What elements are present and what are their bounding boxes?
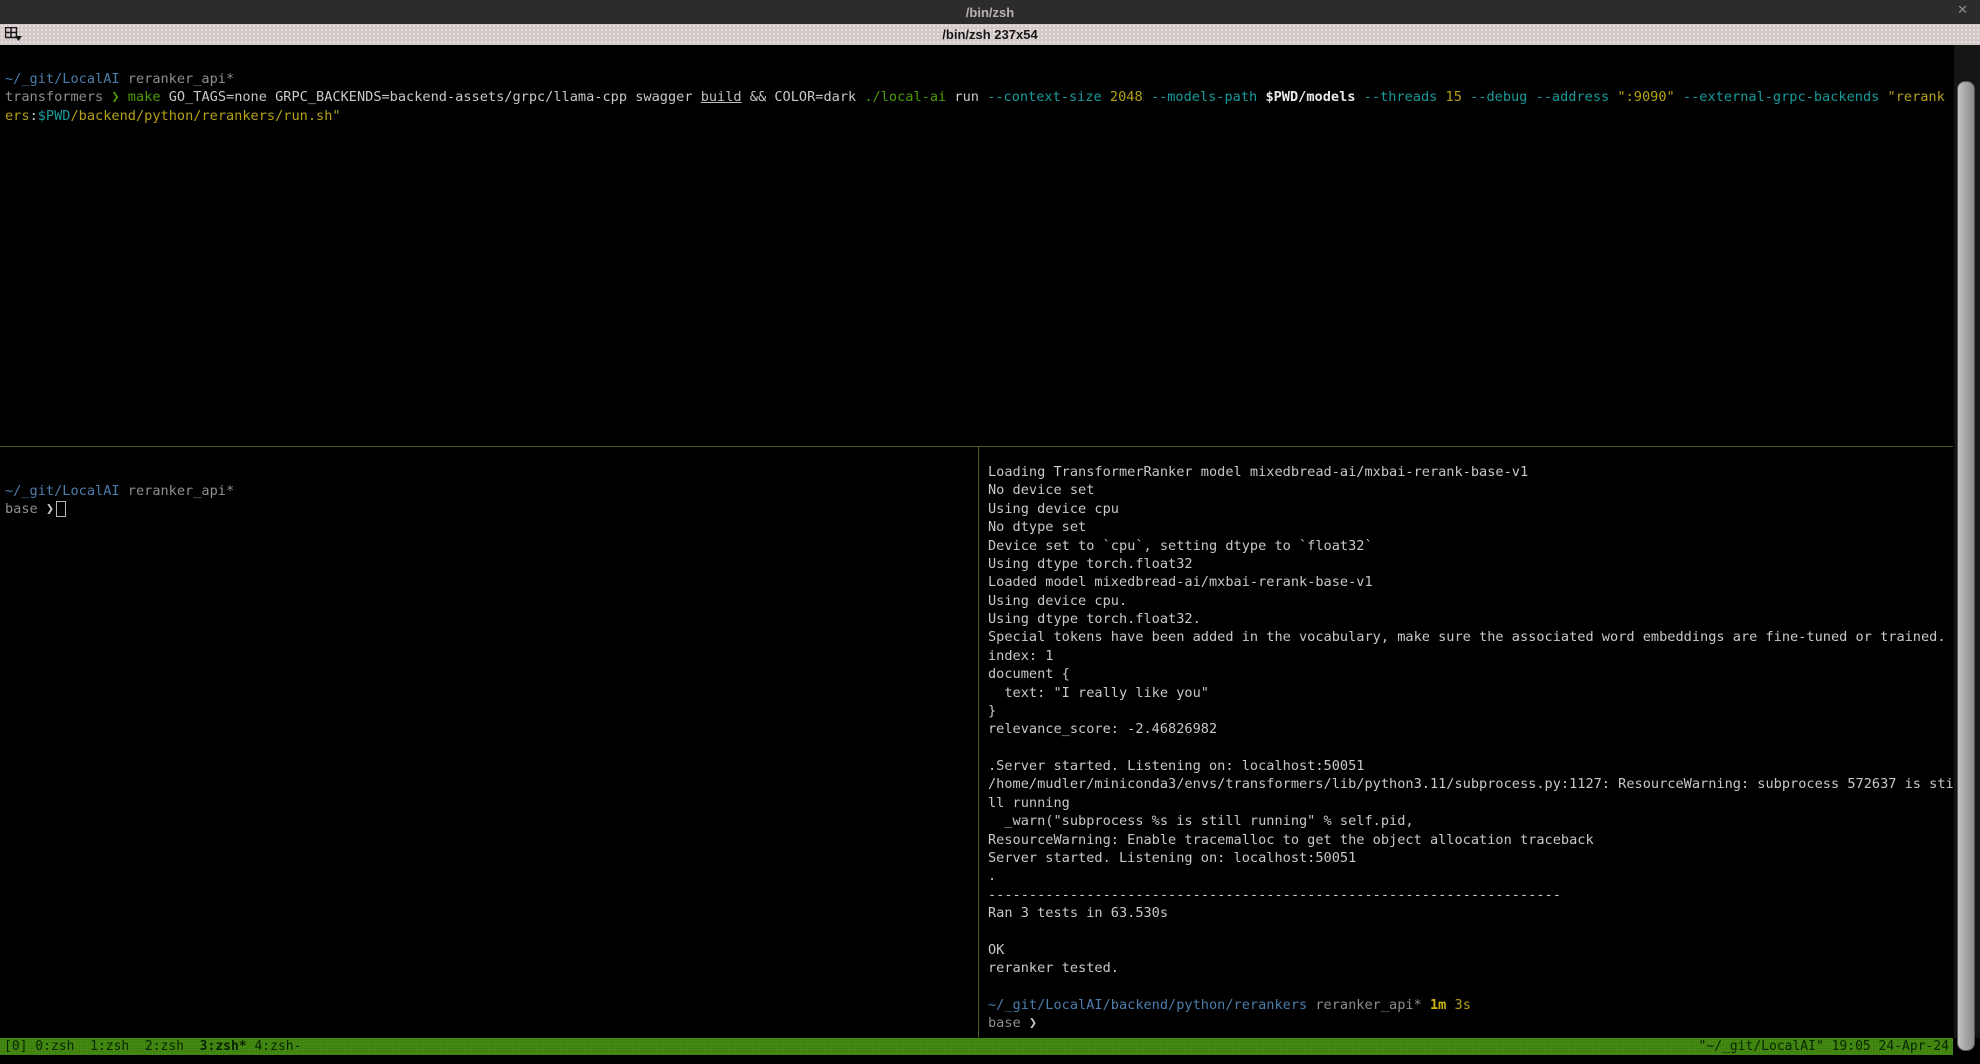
terminal-window: /bin/zsh ✕ /bin/zsh 237x54 ~/_git/LocalA… (0, 0, 1980, 1064)
scrollbar-thumb[interactable] (1957, 81, 1975, 1051)
pane-bottom-right-log[interactable]: Loading TransformerRanker model mixedbre… (988, 463, 1954, 1033)
tab-bar: /bin/zsh 237x54 (0, 24, 1980, 45)
window-list-icon[interactable] (5, 27, 23, 42)
pane-border-vertical[interactable] (978, 446, 979, 1038)
tmux-status-bar: [0] 0:zsh 1:zsh 2:zsh 3:zsh* 4:zsh- "~/_… (0, 1038, 1953, 1055)
status-session-info: "~/_git/LocalAI" 19:05 24-Apr-24 (1699, 1038, 1949, 1055)
pane-border-horizontal (0, 446, 1953, 447)
pane-bottom-left-shell[interactable]: ~/_git/LocalAI reranker_api*base ❯ (5, 482, 234, 519)
window-title: /bin/zsh (966, 5, 1014, 20)
pane-top-shell[interactable]: ~/_git/LocalAI reranker_api*transformers… (5, 70, 1945, 125)
window-titlebar: /bin/zsh ✕ (0, 0, 1980, 24)
scrollbar[interactable] (1954, 45, 1980, 1038)
status-window-list[interactable]: [0] 0:zsh 1:zsh 2:zsh 3:zsh* 4:zsh- (4, 1038, 301, 1055)
close-icon[interactable]: ✕ (1957, 3, 1968, 18)
tab-label[interactable]: /bin/zsh 237x54 (942, 27, 1037, 42)
